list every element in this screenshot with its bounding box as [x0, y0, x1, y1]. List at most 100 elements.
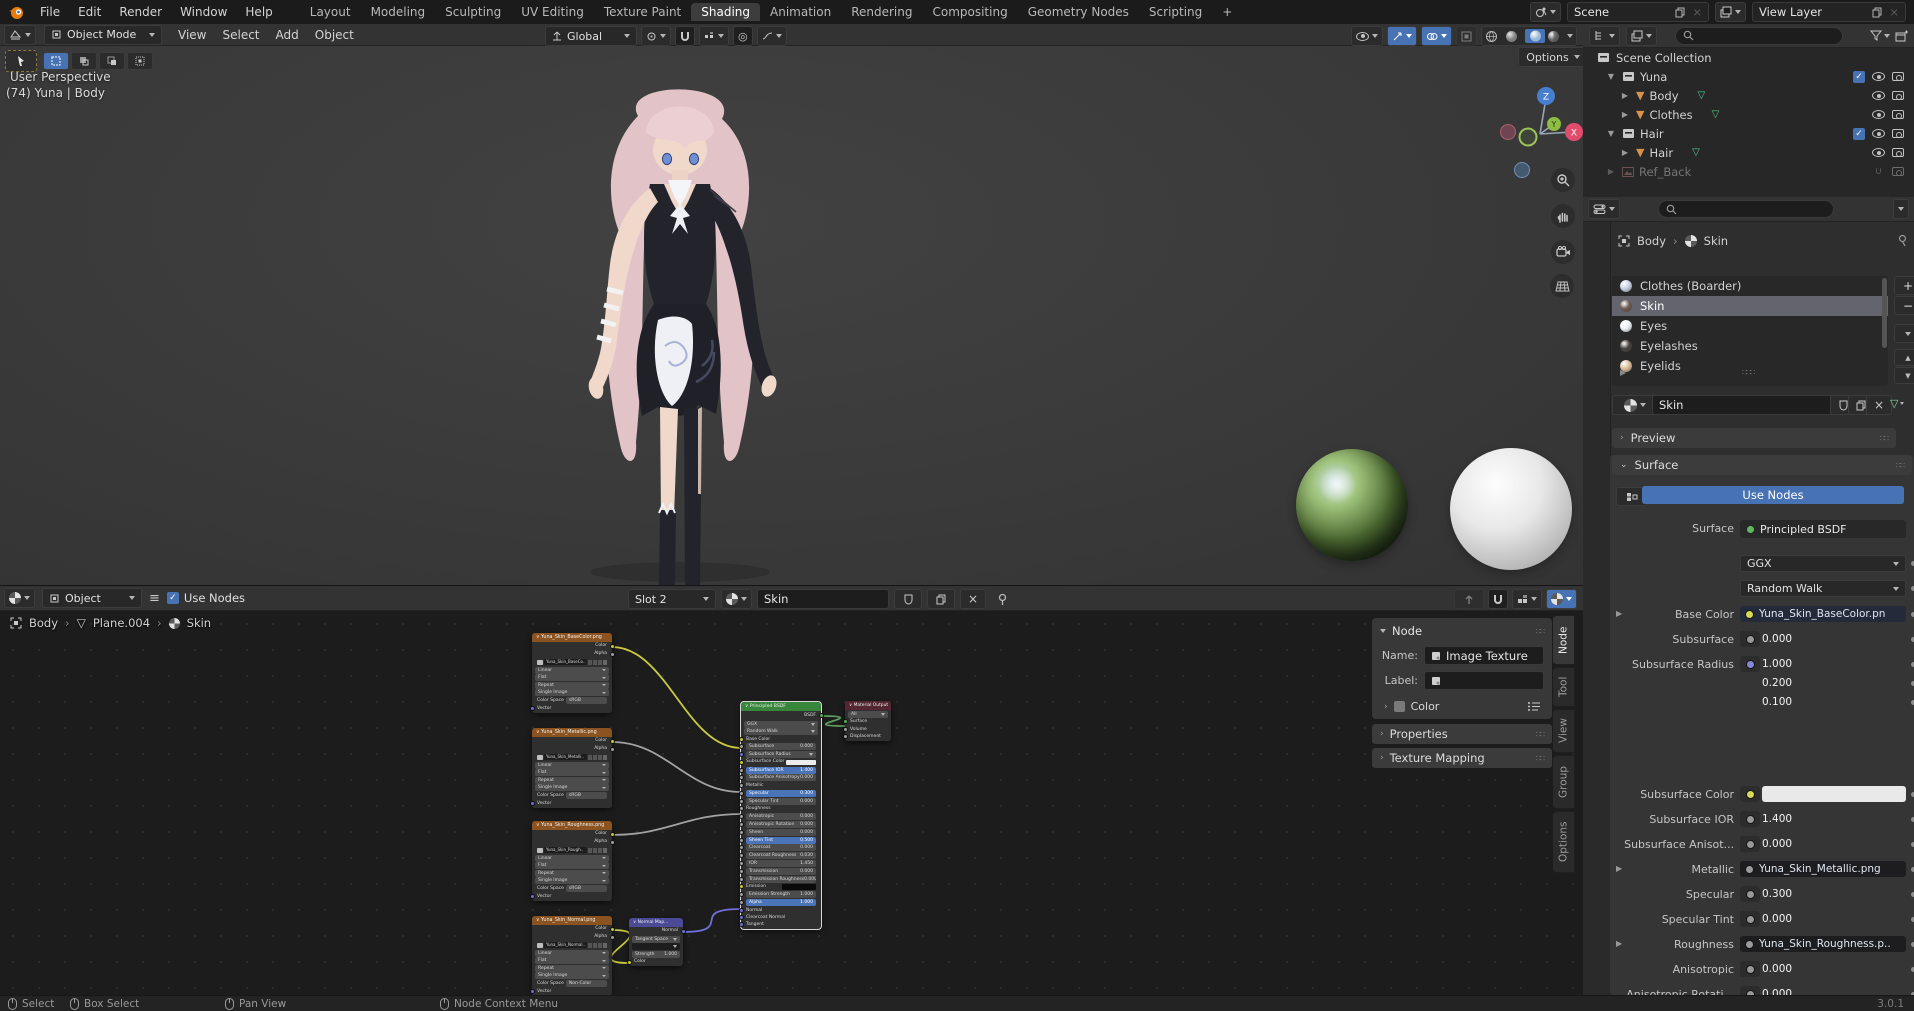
gizmo-toggle[interactable] [1387, 26, 1417, 46]
slot-specials-dropdown[interactable] [1894, 324, 1914, 343]
node-output-alpha[interactable]: Alpha [532, 650, 612, 658]
bsdf-input[interactable]: Anisotropic Rotation0.000 [741, 821, 821, 828]
colorspace-row[interactable]: Color SpacesRGB [532, 792, 612, 800]
unlink-material-button[interactable]: × [960, 589, 986, 609]
node-output-alpha[interactable]: Alpha [532, 745, 612, 753]
node-enum[interactable]: Linear [535, 855, 609, 862]
add-slot-button[interactable]: + [1894, 276, 1914, 295]
bsdf-input[interactable]: Anisotropic0.000 [741, 813, 821, 820]
workspace-tab-layout[interactable]: Layout [300, 3, 361, 21]
camera-visibility-icon[interactable] [1892, 129, 1904, 138]
zoom-button[interactable] [1551, 168, 1575, 192]
material-utils-dropdown[interactable]: ▽ [1890, 397, 1904, 410]
outliner-row-yuna[interactable]: ▼Yuna ✓ [1583, 67, 1914, 86]
workspace-tab-shading[interactable]: Shading [691, 3, 760, 21]
normal-output[interactable]: Normal [629, 927, 683, 935]
slot-resize-grip[interactable]: ∷∷∷ [1742, 368, 1754, 377]
socket-chip[interactable] [1740, 656, 1760, 672]
copy-icon[interactable] [1872, 7, 1883, 18]
eye-icon[interactable] [1872, 148, 1885, 157]
node-enum[interactable]: Repeat [535, 777, 609, 784]
socket-chip[interactable] [1740, 961, 1760, 977]
surface-shader-button[interactable]: Principled BSDF [1740, 520, 1906, 538]
camera-visibility-icon[interactable] [1892, 148, 1904, 157]
select-mode-extend-button[interactable] [71, 52, 97, 70]
node-enum[interactable]: Linear [535, 762, 609, 769]
socket-chip[interactable] [1740, 631, 1760, 647]
snap-toggle[interactable] [675, 26, 695, 46]
material-browse-button[interactable] [721, 589, 752, 609]
bsdf-input[interactable]: Base Color [741, 736, 821, 743]
bsdf-input[interactable]: Transmission0.000 [741, 868, 821, 875]
output-input-displacement[interactable]: Displacement [845, 733, 891, 741]
orientation-dropdown[interactable]: Global [545, 26, 637, 46]
workspace-tab-geometry-nodes[interactable]: Geometry Nodes [1018, 3, 1139, 21]
proportional-editing-toggle[interactable]: ◎ [733, 26, 753, 46]
eye-icon[interactable] [1872, 110, 1885, 119]
material-output-node[interactable]: ∨ Material Output All SurfaceVolumeDispl… [845, 701, 891, 741]
select-mode-invert-button[interactable] [127, 52, 153, 70]
expand-icon[interactable]: ▼ [1605, 72, 1617, 81]
slot-move-down-button[interactable]: ▼ [1894, 367, 1914, 384]
workspace-tab-animation[interactable]: Animation [760, 3, 841, 21]
shader-type-dropdown[interactable]: Object [42, 588, 142, 608]
viewlayer-name-field[interactable]: View Layer × [1752, 2, 1906, 22]
eye-icon[interactable] [1872, 72, 1885, 81]
bsdf-input[interactable]: Subsurface0.000 [741, 743, 821, 750]
node-enum[interactable]: Single Image [535, 784, 609, 791]
image-texture-node[interactable]: ∨ Yuna_Skin_Normal.png Color Alpha Yuna_… [532, 916, 612, 996]
node-output-color[interactable]: Color [532, 925, 612, 933]
shading-rendered-button[interactable] [1547, 30, 1565, 43]
bsdf-enum[interactable]: GGX [744, 721, 818, 728]
output-input-volume[interactable]: Volume [845, 726, 891, 734]
node-input-vector[interactable]: Vector [532, 705, 612, 713]
output-input-surface[interactable]: Surface [845, 718, 891, 726]
eye-icon[interactable] [1872, 91, 1885, 100]
socket-chip[interactable] [1740, 811, 1760, 827]
menu-render[interactable]: Render [110, 5, 171, 19]
breadcrumb-material[interactable]: Skin [187, 616, 211, 630]
expand-icon[interactable]: ▶ [1619, 110, 1631, 119]
bsdf-input[interactable]: Specular0.300 [741, 790, 821, 797]
node-enum[interactable]: Flat [535, 769, 609, 776]
menu-window[interactable]: Window [171, 5, 236, 19]
node-output-alpha[interactable]: Alpha [532, 838, 612, 846]
scene-browse-button[interactable] [1530, 2, 1561, 22]
bsdf-input[interactable]: Roughness [741, 805, 821, 812]
bsdf-input[interactable]: Subsurface Color [741, 759, 821, 766]
properties-options-dropdown[interactable] [1893, 199, 1909, 219]
menu-file[interactable]: File [31, 5, 69, 19]
expand-icon[interactable]: ▶ [1605, 167, 1617, 176]
node-enum[interactable]: Linear [535, 950, 609, 957]
node-input-vector[interactable]: Vector [532, 893, 612, 901]
expander-icon[interactable]: ▶ [1616, 864, 1622, 873]
bsdf-output[interactable]: BSDF [741, 711, 821, 720]
distribution-dropdown[interactable]: GGX [1740, 555, 1906, 572]
breadcrumb-object[interactable]: Body [1637, 234, 1666, 248]
panel-grip[interactable]: ∷∷ [1536, 627, 1544, 636]
bsdf-input[interactable]: Clearcoat Roughness0.030 [741, 852, 821, 859]
camera-visibility-icon[interactable] [1892, 91, 1904, 100]
viewport-menu-add[interactable]: Add [268, 28, 307, 42]
node-enum[interactable]: Flat [535, 957, 609, 964]
node-output-color[interactable]: Color [532, 642, 612, 650]
colorspace-row[interactable]: Color SpaceNon-Color [532, 980, 612, 988]
bsdf-input[interactable]: Subsurface Anisotropy0.000 [741, 774, 821, 781]
node-enum[interactable]: Linear [535, 667, 609, 674]
colorspace-row[interactable]: Color SpacesRGB [532, 885, 612, 893]
material-slot-1[interactable]: Skin [1612, 296, 1888, 316]
material-slot-0[interactable]: Clothes (Boarder) [1612, 276, 1888, 296]
outliner-filter-dropdown[interactable] [1870, 30, 1890, 41]
expand-icon[interactable]: ▶ [1619, 91, 1631, 100]
colorspace-row[interactable]: Color SpacesRGB [532, 697, 612, 705]
overlays-toggle[interactable] [1421, 26, 1452, 46]
expand-icon[interactable]: ▼ [1605, 129, 1617, 138]
image-datablock[interactable]: Yuna_Skin_Normal.. [532, 941, 612, 949]
node-name-field[interactable]: Image Texture [1424, 646, 1544, 665]
normal-map-node[interactable]: ∨ Normal Map... Normal Tangent Space Str… [629, 918, 683, 966]
workspace-tab-compositing[interactable]: Compositing [922, 3, 1017, 21]
snap-node-dropdown[interactable] [1512, 589, 1542, 609]
image-datablock[interactable]: Yuna_Skin_Metalli.. [532, 753, 612, 761]
normal-space-enum[interactable]: Tangent Space [632, 936, 680, 943]
unlink-material-button[interactable]: × [1866, 395, 1892, 415]
